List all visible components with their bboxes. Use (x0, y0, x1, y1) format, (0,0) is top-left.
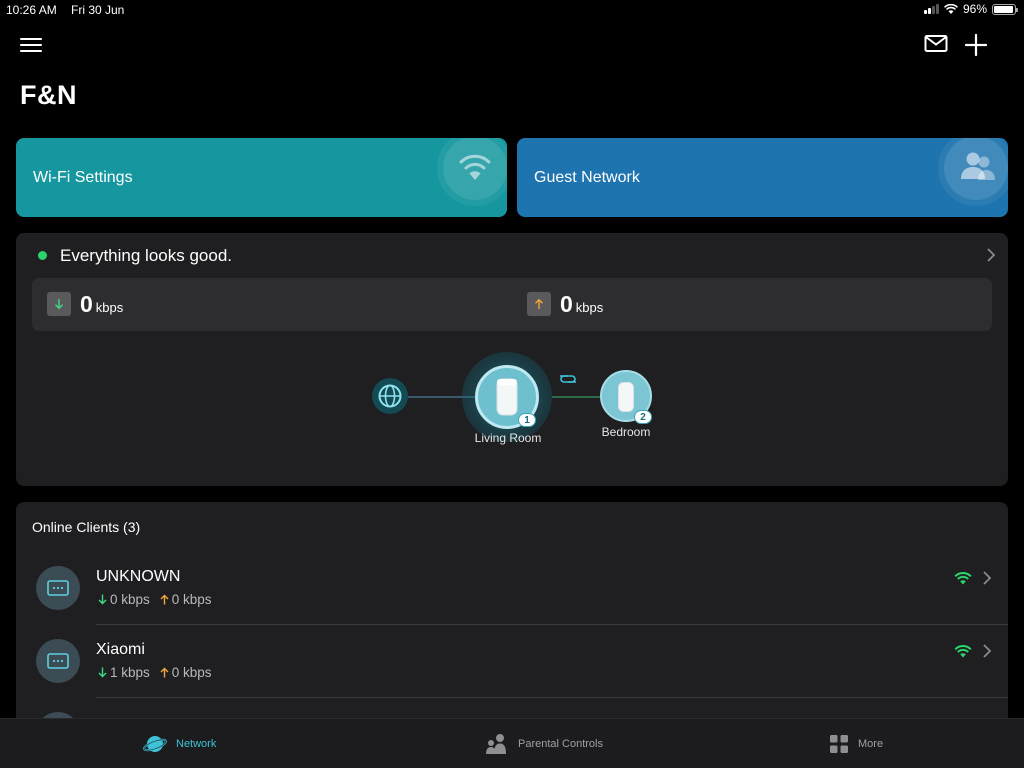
status-bar: 10:26 AM Fri 30 Jun 96% (0, 0, 1024, 20)
bedroom-node[interactable]: 2 (600, 370, 652, 424)
living-room-badge: 1 (518, 413, 536, 427)
client-download-value: 0 kbps (110, 592, 150, 607)
router-device-icon (618, 382, 634, 412)
client-download: 1 kbps (98, 665, 150, 680)
parental-controls-icon (486, 734, 506, 754)
download-arrow-icon (98, 594, 107, 605)
wifi-signal-icon (954, 572, 972, 585)
client-upload-value: 0 kbps (171, 665, 212, 680)
chevron-right-icon (987, 248, 996, 262)
download-arrow-icon (47, 292, 71, 316)
tab-parental-controls-label: Parental Controls (518, 738, 603, 750)
living-room-node[interactable]: 1 (462, 352, 552, 442)
mesh-link-icon (560, 375, 576, 383)
guest-network-label: Guest Network (534, 169, 640, 186)
client-upload-value: 0 kbps (171, 592, 212, 607)
client-row[interactable]: Xiaomi 1 kbps 0 kbps (16, 625, 1008, 698)
battery-fill (994, 5, 1014, 13)
wifi-settings-card[interactable]: Wi-Fi Settings (16, 138, 507, 217)
network-status-panel: Everything looks good. 0 kbps 0 kbps 1 2… (16, 233, 1008, 486)
bedroom-badge: 2 (634, 410, 652, 424)
page-title: F&N (20, 80, 77, 110)
living-room-label: Living Room (474, 431, 542, 445)
download-speed-unit: kbps (95, 300, 124, 315)
grid-more-icon (830, 735, 848, 753)
wifi-icon (443, 138, 507, 200)
guest-network-card[interactable]: Guest Network (517, 138, 1008, 217)
upload-arrow-icon (160, 667, 169, 678)
client-device-icon (36, 566, 80, 610)
mail-icon[interactable] (924, 34, 948, 56)
hamburger-menu-icon[interactable] (20, 34, 44, 56)
plus-icon[interactable] (963, 32, 989, 58)
network-topology: 1 2 Living Room Bedroom (16, 343, 1008, 453)
network-status-message: Everything looks good. (60, 246, 232, 265)
upload-arrow-icon (527, 292, 551, 316)
status-date: Fri 30 Jun (71, 3, 125, 17)
tab-network[interactable]: Network (143, 719, 216, 768)
client-device-icon (36, 639, 80, 683)
client-speeds: 1 kbps 0 kbps (98, 665, 222, 680)
client-download-value: 1 kbps (110, 665, 150, 680)
network-status-row[interactable]: Everything looks good. (16, 233, 1008, 277)
download-speed-value: 0 (80, 291, 93, 317)
bedroom-label: Bedroom (601, 425, 651, 439)
wifi-settings-label: Wi-Fi Settings (33, 169, 133, 186)
status-ok-indicator (38, 251, 47, 260)
upload-speed-value: 0 (560, 291, 573, 317)
client-name: Xiaomi (96, 641, 145, 658)
client-download: 0 kbps (98, 592, 150, 607)
status-indicators: 96% (923, 2, 1018, 16)
upload-speed: 0 kbps (527, 292, 603, 316)
cellular-signal-icon (923, 4, 939, 14)
internet-globe-icon[interactable] (372, 378, 408, 414)
upload-arrow-icon (160, 594, 169, 605)
wifi-signal-icon (954, 645, 972, 658)
status-time: 10:26 AM (6, 3, 57, 17)
download-speed: 0 kbps (47, 292, 123, 316)
battery-percent: 96% (962, 2, 987, 16)
network-planet-icon (143, 736, 167, 752)
bottom-tab-bar: Network Parental Controls More (0, 718, 1024, 768)
tab-more-label: More (858, 738, 884, 750)
wifi-status-icon (944, 3, 958, 14)
client-row[interactable]: UNKNOWN 0 kbps 0 kbps (16, 552, 1008, 625)
online-clients-title: Online Clients (3) (32, 519, 141, 535)
online-clients-panel: Online Clients (3) UNKNOWN 0 kbps 0 kbps (16, 502, 1008, 732)
tab-parental-controls[interactable]: Parental Controls (485, 719, 603, 768)
chevron-right-icon (983, 571, 992, 585)
chevron-right-icon (983, 644, 992, 658)
battery-icon (992, 3, 1018, 15)
client-name: UNKNOWN (96, 568, 181, 585)
tab-more[interactable]: More (829, 719, 883, 768)
tab-network-label: Network (176, 738, 217, 750)
upload-speed-unit: kbps (575, 300, 604, 315)
client-upload: 0 kbps (160, 665, 212, 680)
throughput-box: 0 kbps 0 kbps (32, 278, 992, 331)
client-speeds: 0 kbps 0 kbps (98, 592, 222, 607)
download-arrow-icon (98, 667, 107, 678)
guest-users-icon (944, 138, 1008, 200)
client-upload: 0 kbps (160, 592, 212, 607)
